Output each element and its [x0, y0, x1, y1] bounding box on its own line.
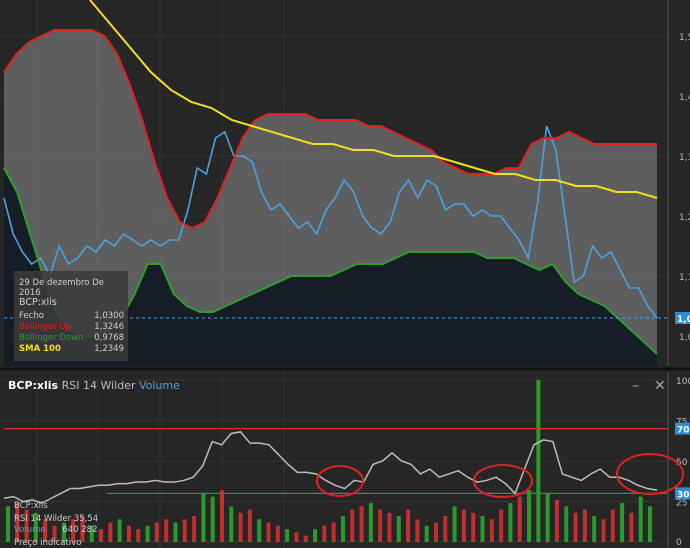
y-tick-label: 1,3 [679, 153, 690, 163]
volume-bar [145, 525, 150, 542]
volume-bar [275, 525, 280, 542]
volume-bar [220, 490, 224, 542]
y-tick-label: 1,5 [679, 33, 690, 43]
y-tick-label: 1,1 [679, 273, 690, 283]
volume-bar [434, 522, 438, 542]
volume-bar [452, 506, 457, 542]
tooltip-row-sma: SMA 100 1,2349 [19, 344, 124, 354]
y-tick-label: 0 [676, 538, 682, 548]
y-tick-label: 100 [676, 377, 690, 387]
volume-bar [331, 522, 336, 542]
volume-bar [471, 512, 476, 542]
volume-bar [387, 512, 392, 542]
volume-bar [340, 516, 345, 542]
volume-bar [294, 532, 299, 542]
volume-bar [582, 509, 587, 542]
volume-bar [164, 519, 169, 542]
volume-bar [443, 516, 448, 542]
tooltip-date: 29 De dezembro De 2016 [19, 278, 104, 298]
indicator-pane-title: BCP:xlis RSI 14 Wilder Volume [8, 379, 180, 392]
volume-bar [508, 503, 513, 542]
volume-bar [201, 493, 206, 542]
volume-bar [173, 522, 178, 542]
indicator-symbol: BCP:xlis [8, 379, 59, 392]
indicator-name: RSI 14 Wilder [61, 379, 136, 392]
volume-bar [517, 496, 522, 542]
info-symbol: BCP:xlis [14, 501, 48, 511]
y-tick-label: 1,0 [679, 333, 690, 343]
volume-bar [154, 522, 159, 542]
volume-bar [136, 529, 141, 542]
volume-bar [238, 512, 243, 542]
volume-bar [350, 509, 355, 542]
tooltip-row-close: Fecho 1,0300 [19, 311, 124, 321]
volume-bar [368, 503, 373, 542]
volume-bar [573, 512, 578, 542]
volume-bar [461, 509, 466, 542]
info-price: Preço indicativo [14, 538, 82, 548]
volume-bar [620, 503, 625, 542]
volume-bar [424, 525, 429, 542]
volume-bar [601, 519, 606, 542]
volume-bar [322, 525, 327, 542]
volume-bar [415, 519, 420, 542]
info-volume: Volume 640 282 [14, 525, 98, 535]
volume-bar [285, 529, 290, 542]
volume-bar [247, 509, 252, 542]
volume-bar [182, 519, 187, 542]
main-y-axis: 1,5 1,4 1,3 1,2 1,1 1,0 1,0 [675, 33, 690, 343]
rsi-highlight-circles [316, 453, 684, 498]
volume-bar [638, 496, 643, 542]
volume-bar [629, 512, 634, 542]
y-tick-label: 1,4 [679, 93, 690, 103]
info-rsi: RSI 14 Wilder 35,54 [14, 514, 99, 524]
oversold-badge-label: 30 [677, 490, 690, 500]
overbought-badge-label: 70 [677, 426, 690, 436]
volume-bar [359, 506, 364, 542]
volume-bar [126, 525, 131, 542]
volume-bar [536, 380, 541, 542]
volume-bar [117, 519, 122, 542]
volume-bar [480, 516, 485, 542]
volume-bar [210, 496, 215, 542]
minus-icon[interactable]: – [632, 378, 639, 394]
volume-bar [527, 490, 532, 542]
price-tooltip: 29 De dezembro De 2016 BCP:xlis Fecho 1,0… [14, 271, 128, 361]
last-price-label: 1,0 [677, 315, 690, 325]
volume-bar [99, 529, 104, 542]
volume-bar [648, 506, 652, 542]
volume-bar [554, 499, 559, 542]
tooltip-row-bollinger-down: Bollinger Down 0,9768 [19, 333, 124, 343]
volume-bar [610, 509, 615, 542]
volume-bar [313, 529, 318, 542]
volume-bar [266, 522, 271, 542]
volume-bar [378, 509, 383, 542]
volume-bar [499, 509, 504, 542]
volume-bar [229, 506, 234, 542]
volume-bar [108, 522, 113, 542]
volume-bar [192, 516, 197, 542]
close-icon[interactable]: ✕ [654, 378, 666, 394]
volume-bar [592, 516, 597, 542]
y-tick-label: 1,2 [679, 213, 690, 223]
volume-bar [564, 506, 569, 542]
volume-bar [489, 519, 494, 542]
volume-bar [396, 516, 401, 542]
volume-bar [545, 493, 550, 542]
rsi-highlight-circle [616, 453, 684, 495]
tooltip-symbol: BCP:xlis [19, 297, 57, 308]
volume-bar [257, 519, 262, 542]
volume-bar [406, 509, 411, 542]
volume-bar [6, 506, 10, 542]
indicator-volume-label: Volume [139, 379, 180, 392]
volume-bar [303, 535, 308, 542]
tooltip-row-bollinger-up: Bollinger Up 1,3246 [19, 322, 124, 332]
